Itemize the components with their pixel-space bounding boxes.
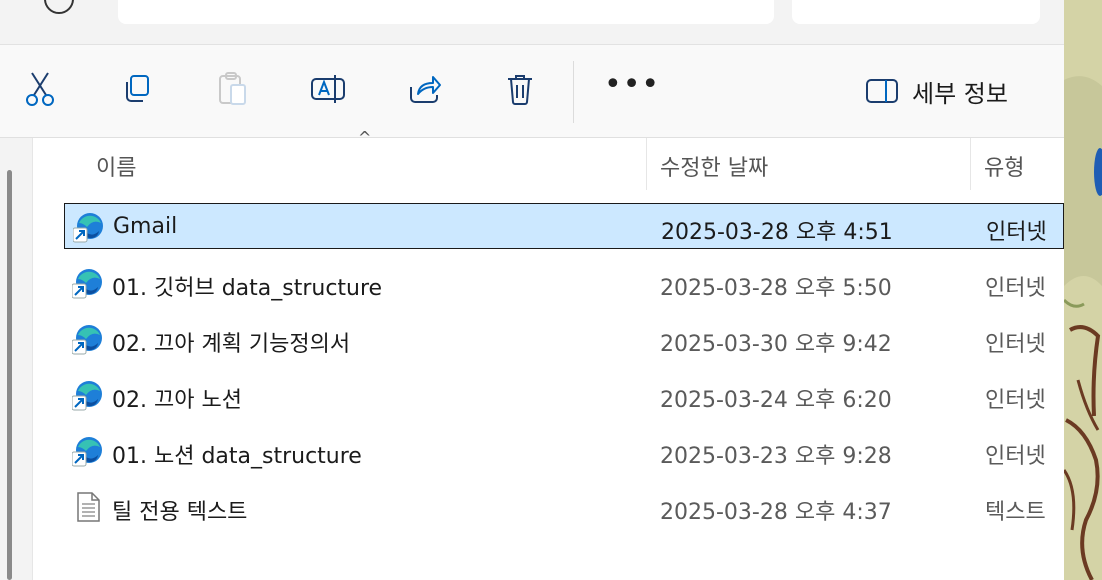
- file-name: 02. 끄아 노션: [112, 388, 242, 413]
- file-modified-date: 2025-03-28 오후 4:37: [660, 500, 892, 525]
- file-type: 인터넷: [985, 276, 1046, 301]
- file-row[interactable]: Gmail 2025-03-28 오후 4:51 인터넷: [64, 203, 1064, 249]
- file-name: Gmail: [113, 214, 178, 239]
- wallpaper-art: [1064, 0, 1102, 580]
- cut-button[interactable]: [20, 69, 60, 109]
- more-options-button[interactable]: •••: [604, 70, 660, 100]
- file-type: 인터넷: [985, 444, 1046, 469]
- rename-icon: [311, 75, 345, 103]
- address-bar[interactable]: [118, 0, 774, 24]
- file-type: 텍스트: [985, 500, 1046, 525]
- text-file-icon: [72, 491, 104, 523]
- file-type: 인터넷: [985, 388, 1046, 413]
- edge-shortcut-icon: [71, 379, 104, 411]
- file-row[interactable]: 02. 끄아 계획 기능정의서 2025-03-30 오후 9:42 인터넷: [64, 316, 1064, 362]
- column-date-header[interactable]: 수정한 날짜: [660, 150, 768, 182]
- delete-button[interactable]: [500, 69, 540, 109]
- nav-scrollbar[interactable]: [7, 170, 12, 580]
- share-icon: [410, 76, 441, 103]
- copy-icon: [126, 75, 149, 102]
- file-name: 02. 끄아 계획 기능정의서: [112, 332, 351, 357]
- scissors-icon: [26, 72, 54, 106]
- share-button[interactable]: [405, 69, 445, 109]
- trash-icon: [508, 75, 532, 105]
- file-row[interactable]: 틸 전용 텍스트 2025-03-28 오후 4:37 텍스트: [64, 484, 1064, 530]
- file-row[interactable]: 01. 노션 data_structure 2025-03-23 오후 9:28 인…: [64, 428, 1064, 474]
- file-type: 인터넷: [985, 332, 1046, 357]
- file-modified-date: 2025-03-28 오후 5:50: [660, 276, 892, 301]
- column-divider[interactable]: [646, 138, 647, 190]
- desktop-wallpaper: [1064, 0, 1102, 580]
- details-pane-icon: [866, 79, 898, 103]
- column-header: ^ 이름 수정한 날짜 유형: [32, 128, 1064, 190]
- command-bar: ••• 세부 정보: [0, 45, 1064, 138]
- edge-shortcut-icon: [71, 323, 104, 355]
- file-modified-date: 2025-03-30 오후 9:42: [660, 332, 892, 357]
- file-name: 01. 깃허브 data_structure: [112, 276, 383, 301]
- paste-button[interactable]: [212, 69, 252, 109]
- column-divider[interactable]: [970, 138, 971, 190]
- search-box[interactable]: [792, 0, 1040, 24]
- details-pane-label: 세부 정보: [912, 79, 1008, 108]
- toolbar-divider: [573, 61, 574, 123]
- edge-shortcut-icon: [72, 211, 105, 243]
- file-type: 인터넷: [986, 220, 1047, 245]
- file-modified-date: 2025-03-24 오후 6:20: [660, 388, 892, 413]
- navigation-pane-edge: [0, 138, 32, 580]
- details-pane-button[interactable]: 세부 정보: [866, 75, 1008, 108]
- column-type-header[interactable]: 유형: [984, 150, 1024, 182]
- edge-shortcut-icon: [71, 435, 104, 467]
- sort-ascending-icon: ^: [358, 128, 372, 147]
- file-name: 틸 전용 텍스트: [112, 500, 248, 525]
- copy-button[interactable]: [116, 69, 156, 109]
- paste-icon: [219, 72, 246, 105]
- file-modified-date: 2025-03-23 오후 9:28: [660, 444, 892, 469]
- file-row[interactable]: 01. 깃허브 data_structure 2025-03-28 오후 5:50…: [64, 260, 1064, 306]
- column-name-header[interactable]: 이름: [96, 150, 136, 182]
- file-row[interactable]: 02. 끄아 노션 2025-03-24 오후 6:20 인터넷: [64, 372, 1064, 418]
- edge-shortcut-icon: [71, 267, 104, 299]
- rename-button[interactable]: [308, 69, 348, 109]
- file-modified-date: 2025-03-28 오후 4:51: [661, 220, 893, 245]
- history-icon[interactable]: [44, 0, 74, 14]
- file-name: 01. 노션 data_structure: [112, 444, 362, 469]
- address-area: [0, 0, 1064, 45]
